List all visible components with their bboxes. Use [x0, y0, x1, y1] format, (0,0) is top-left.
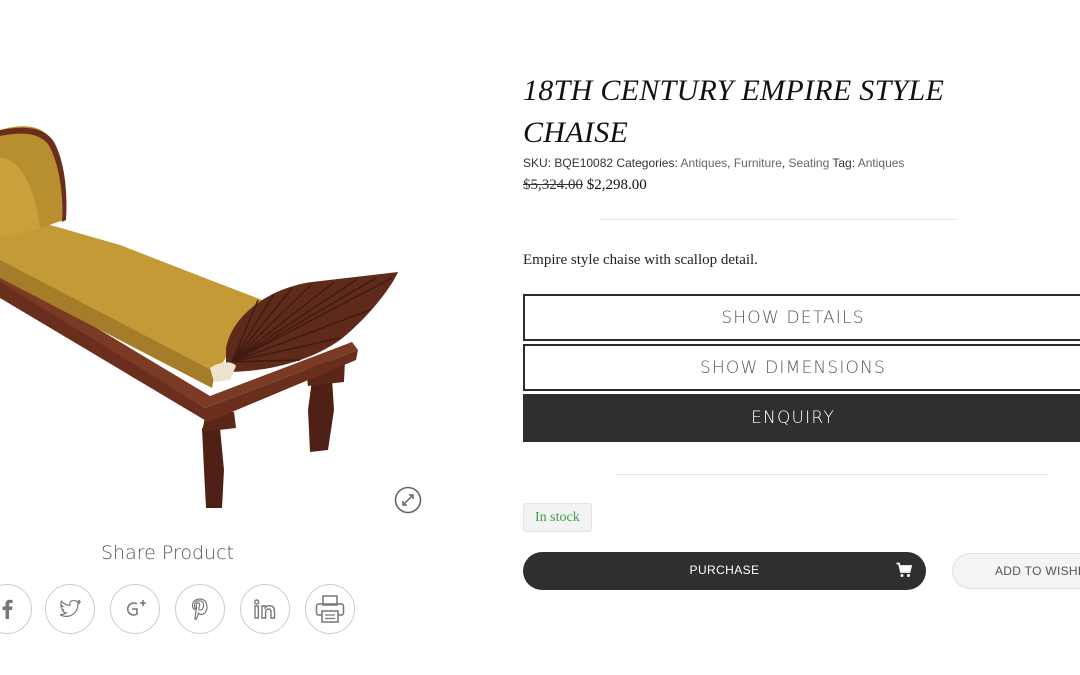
stock-status-badge: In stock — [523, 503, 592, 532]
cart-icon — [896, 562, 912, 577]
print-button[interactable] — [305, 584, 355, 634]
sku-value: BQE10082 — [554, 156, 614, 170]
linkedin-icon — [254, 599, 276, 619]
categories-label: Categories: — [616, 156, 678, 170]
sku-label: SKU: — [523, 156, 552, 170]
product-image[interactable] — [0, 110, 410, 520]
tag-label: Tag: — [832, 156, 856, 170]
regular-price: $5,324.00 — [523, 177, 583, 193]
sale-price: $2,298.00 — [586, 177, 647, 193]
divider — [616, 474, 1048, 475]
price: $5,324.00 $2,298.00 — [523, 177, 647, 194]
linkedin-share-button[interactable] — [240, 584, 290, 634]
twitter-icon — [59, 600, 81, 617]
print-icon — [315, 595, 345, 623]
purchase-label: PURCHASE — [689, 563, 760, 577]
show-details-button[interactable]: SHOW DETAILS — [523, 294, 1080, 341]
zoom-expand-icon[interactable] — [394, 486, 422, 514]
purchase-button[interactable]: PURCHASE — [523, 552, 926, 590]
category-link[interactable]: Antiques — [680, 156, 727, 170]
show-dimensions-button[interactable]: SHOW DIMENSIONS — [523, 344, 1080, 391]
google-plus-icon — [126, 600, 146, 616]
facebook-icon — [2, 599, 13, 619]
google-plus-share-button[interactable] — [110, 584, 160, 634]
short-description: Empire style chaise with scallop detail. — [523, 252, 758, 268]
enquiry-button[interactable]: ENQUIRY — [523, 394, 1080, 442]
add-to-wishlist-button[interactable]: ADD TO WISHLIST — [952, 553, 1080, 589]
product-meta: SKU: BQE10082 Categories: Antiques, Furn… — [523, 156, 905, 170]
divider — [600, 219, 956, 220]
category-link[interactable]: Furniture — [734, 156, 782, 170]
pinterest-icon — [191, 598, 208, 620]
share-product-heading: Share Product — [100, 542, 234, 564]
tag-link[interactable]: Antiques — [858, 156, 905, 170]
category-link[interactable]: Seating — [789, 156, 830, 170]
twitter-share-button[interactable] — [45, 584, 95, 634]
pinterest-share-button[interactable] — [175, 584, 225, 634]
facebook-share-button[interactable] — [0, 584, 32, 634]
product-title: 18TH CENTURY EMPIRE STYLE CHAISE — [523, 74, 945, 149]
